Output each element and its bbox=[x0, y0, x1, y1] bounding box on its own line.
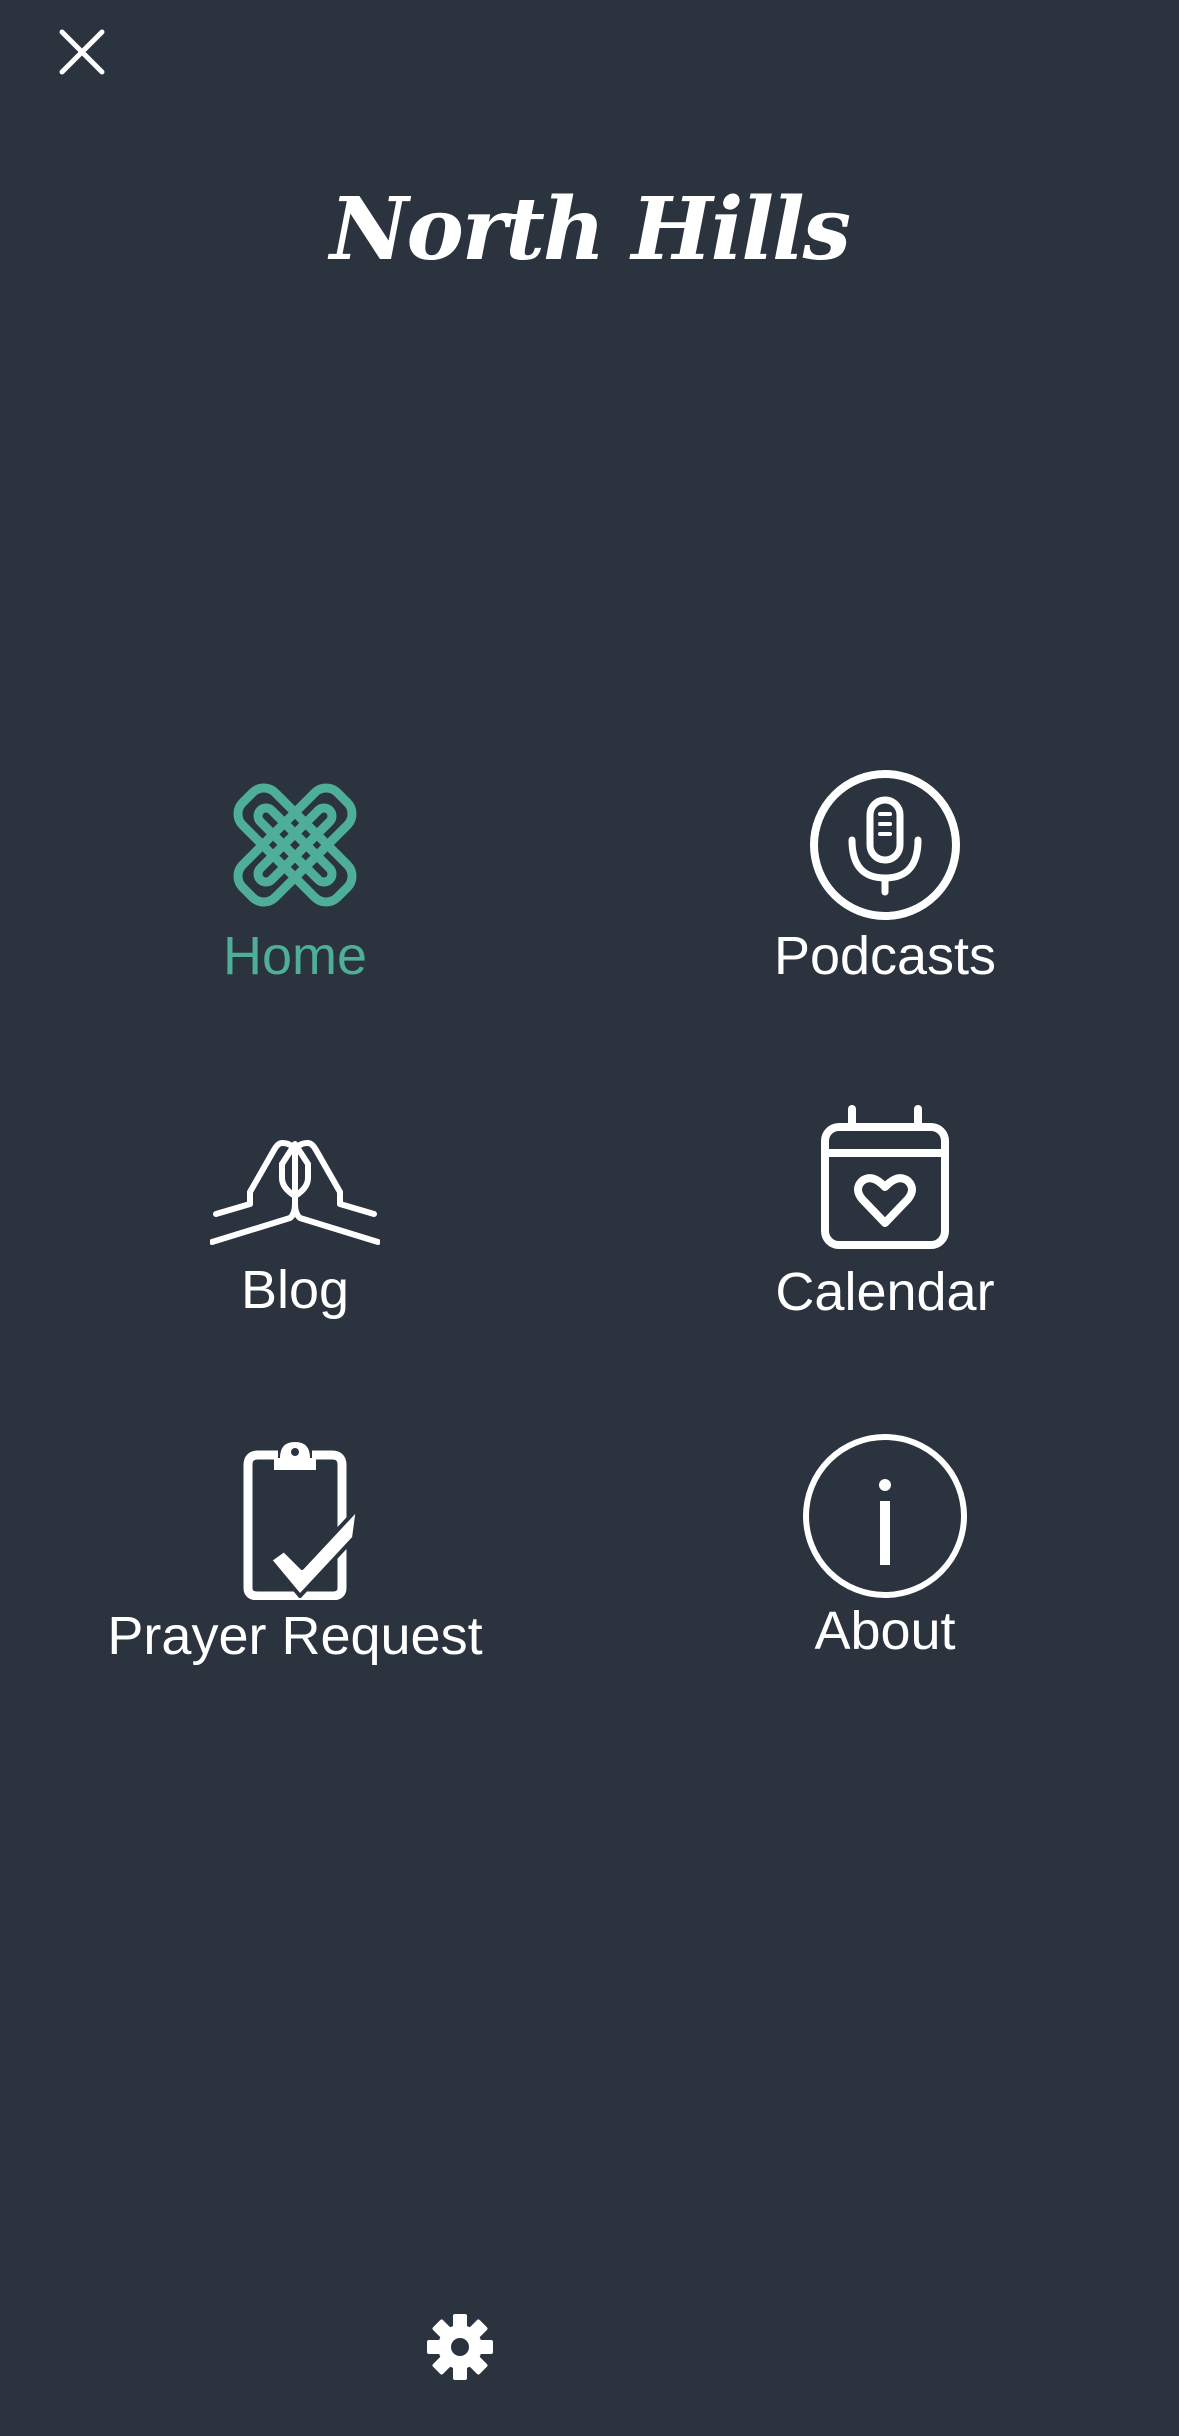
menu-item-label: Podcasts bbox=[773, 926, 997, 986]
menu-item-podcasts[interactable]: Podcasts bbox=[590, 770, 1179, 988]
menu-item-prayer-request[interactable]: Prayer Request bbox=[0, 1430, 590, 1668]
close-icon bbox=[59, 29, 105, 75]
north-hills-knot-icon bbox=[233, 783, 357, 907]
menu-item-label: Blog bbox=[240, 1260, 350, 1320]
gear-icon bbox=[427, 2314, 493, 2380]
menu-item-about[interactable]: About bbox=[590, 1433, 1179, 1663]
menu-item-calendar[interactable]: Calendar bbox=[590, 1105, 1179, 1324]
info-icon bbox=[803, 1434, 967, 1598]
microphone-icon bbox=[810, 770, 960, 920]
menu-item-blog[interactable]: Blog bbox=[0, 1108, 590, 1322]
praying-hands-icon bbox=[210, 1140, 380, 1245]
brand-logo: North Hills bbox=[329, 179, 851, 280]
menu-item-label: Calendar bbox=[775, 1262, 995, 1322]
calendar-heart-icon bbox=[821, 1105, 949, 1249]
clipboard-check-icon bbox=[243, 1442, 360, 1600]
close-button[interactable] bbox=[52, 22, 112, 82]
menu-item-label: About bbox=[814, 1601, 956, 1661]
settings-button[interactable] bbox=[425, 2312, 495, 2382]
menu-item-label: Home bbox=[222, 926, 368, 986]
menu-item-home[interactable]: Home bbox=[0, 770, 590, 988]
menu-item-label: Prayer Request bbox=[107, 1606, 483, 1666]
